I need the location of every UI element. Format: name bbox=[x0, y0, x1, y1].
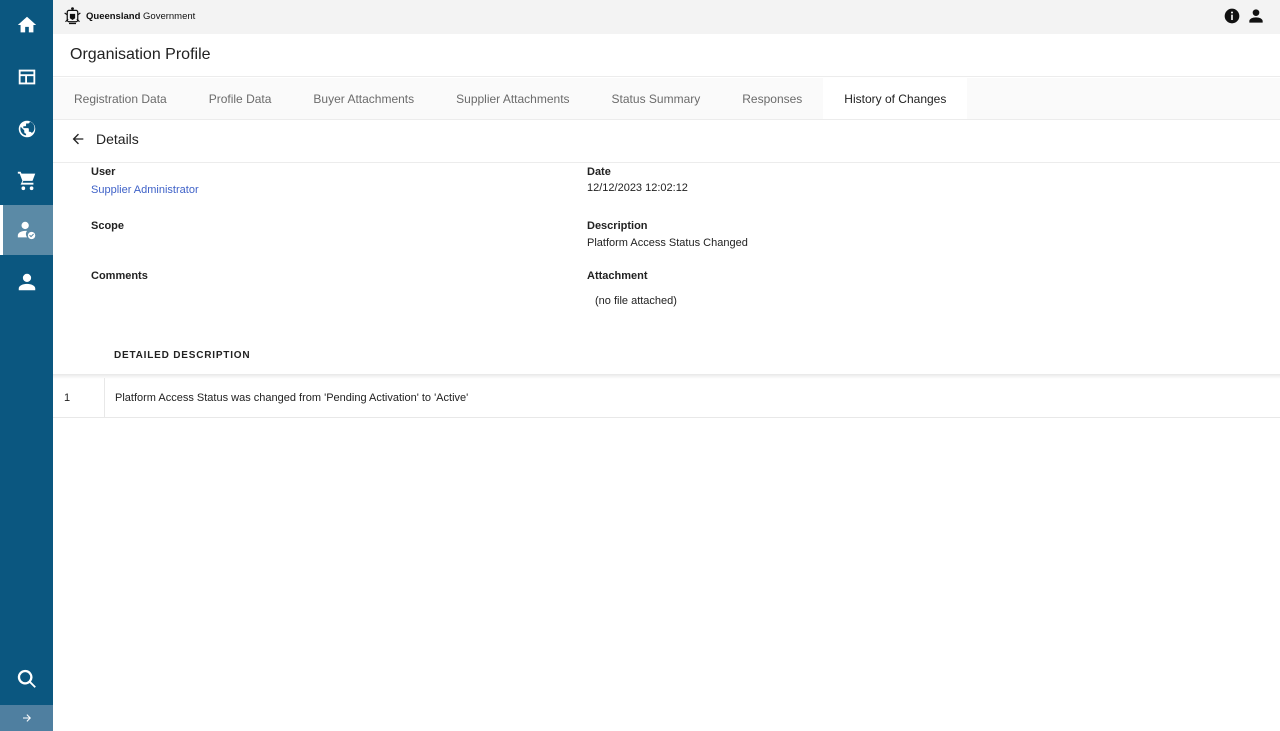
attachment-value: (no file attached) bbox=[595, 295, 677, 307]
divider bbox=[53, 76, 1280, 77]
top-icons bbox=[1224, 8, 1264, 24]
description-value: Platform Access Status Changed bbox=[587, 237, 748, 249]
divider bbox=[53, 162, 1280, 163]
row-description: Platform Access Status was changed from … bbox=[115, 392, 469, 404]
tab-bar: Registration Data Profile Data Buyer Att… bbox=[53, 78, 968, 119]
divider bbox=[53, 119, 1280, 120]
nav-home[interactable] bbox=[0, 0, 53, 50]
description-label: Description bbox=[587, 220, 648, 232]
back-arrow-icon[interactable] bbox=[70, 131, 86, 147]
row-number: 1 bbox=[53, 378, 105, 418]
account-icon[interactable] bbox=[1248, 8, 1264, 24]
home-icon bbox=[17, 16, 36, 33]
tab-registration-data[interactable]: Registration Data bbox=[53, 78, 188, 119]
page-title: Organisation Profile bbox=[70, 46, 211, 63]
sidebar bbox=[0, 0, 53, 731]
qld-gov-logo[interactable]: Queensland Government bbox=[62, 6, 195, 27]
user-icon bbox=[18, 273, 35, 291]
globe-icon bbox=[18, 120, 35, 138]
comments-label: Comments bbox=[91, 270, 148, 282]
attachment-label: Attachment bbox=[587, 270, 648, 282]
nav-user[interactable] bbox=[0, 257, 53, 307]
user-link[interactable]: Supplier Administrator bbox=[91, 184, 199, 196]
detailed-description-header: DETAILED DESCRIPTION bbox=[114, 350, 251, 361]
date-label: Date bbox=[587, 166, 611, 178]
search-icon bbox=[17, 669, 36, 688]
tab-profile-data[interactable]: Profile Data bbox=[188, 78, 293, 119]
nav-cart[interactable] bbox=[0, 155, 53, 205]
tab-supplier-attachments[interactable]: Supplier Attachments bbox=[435, 78, 590, 119]
details-title: Details bbox=[96, 131, 139, 147]
tab-history-of-changes[interactable]: History of Changes bbox=[823, 78, 968, 119]
scope-label: Scope bbox=[91, 220, 125, 232]
tab-buyer-attachments[interactable]: Buyer Attachments bbox=[292, 78, 435, 119]
user-check-icon bbox=[17, 221, 35, 240]
tab-responses[interactable]: Responses bbox=[721, 78, 823, 119]
user-label: User bbox=[91, 166, 116, 178]
nav-organisation[interactable] bbox=[0, 205, 53, 255]
tab-status-summary[interactable]: Status Summary bbox=[591, 78, 722, 119]
nav-dashboard[interactable] bbox=[0, 52, 53, 102]
logo-text-rest: Government bbox=[143, 11, 196, 22]
date-value: 12/12/2023 12:02:12 bbox=[587, 182, 688, 194]
info-icon[interactable] bbox=[1224, 8, 1240, 24]
logo-text-strong: Queensland bbox=[86, 11, 141, 22]
coat-of-arms-icon bbox=[64, 7, 81, 25]
cart-icon bbox=[17, 171, 35, 191]
top-bar: Queensland Government bbox=[53, 0, 1280, 34]
sidebar-expand-button[interactable] bbox=[0, 705, 53, 731]
dashboard-icon bbox=[18, 69, 35, 85]
nav-globe[interactable] bbox=[0, 104, 53, 154]
nav-search[interactable] bbox=[0, 654, 53, 704]
details-header: Details bbox=[70, 131, 139, 147]
arrow-right-icon bbox=[22, 714, 31, 722]
table-row: 1 Platform Access Status was changed fro… bbox=[53, 378, 1280, 418]
